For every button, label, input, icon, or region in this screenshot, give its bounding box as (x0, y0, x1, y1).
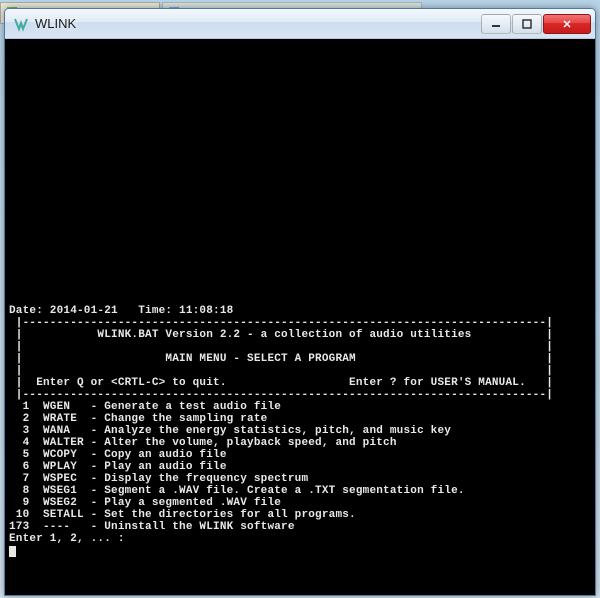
terminal-blank-line (9, 257, 591, 269)
terminal-menu-item: 6 WPLAY - Play an audio file (9, 461, 591, 473)
minimize-button[interactable] (481, 14, 511, 34)
terminal-blank-line (9, 281, 591, 293)
terminal-blank-line (9, 89, 591, 101)
terminal-menu-item: 9 WSEG2 - Play a segmented .WAV file (9, 497, 591, 509)
maximize-icon (522, 19, 532, 29)
terminal-blank-line (9, 197, 591, 209)
terminal-blank-line (9, 245, 591, 257)
app-logo-icon (13, 16, 29, 32)
terminal-area[interactable]: Date: 2014-01-21 Time: 11:08:18 |-------… (5, 39, 595, 595)
close-icon (562, 19, 572, 29)
terminal-menu-item: 5 WCOPY - Copy an audio file (9, 449, 591, 461)
terminal-blank-line (9, 113, 591, 125)
terminal-border: |---------------------------------------… (9, 389, 591, 401)
terminal-blank-line (9, 209, 591, 221)
terminal-menu-item: 4 WALTER - Alter the volume, playback sp… (9, 437, 591, 449)
terminal-blank-line (9, 137, 591, 149)
titlebar[interactable]: WLINK (5, 9, 595, 39)
terminal-version-line: | WLINK.BAT Version 2.2 - a collection o… (9, 329, 591, 341)
terminal-menu-item: 8 WSEG1 - Segment a .WAV file. Create a … (9, 485, 591, 497)
terminal-menu-item: 2 WRATE - Change the sampling rate (9, 413, 591, 425)
terminal-prompt: Enter 1, 2, ... : (9, 533, 591, 545)
terminal-blank-line (9, 125, 591, 137)
terminal-help-line: | Enter Q or <CRTL-C> to quit. Enter ? f… (9, 377, 591, 389)
terminal-blank-line (9, 101, 591, 113)
cursor (9, 546, 16, 557)
close-button[interactable] (543, 14, 591, 34)
minimize-icon (491, 19, 501, 29)
main-window: WLINK Date: 2014-01-21 Time: 11:08:18 |-… (4, 8, 596, 596)
terminal-date-line: Date: 2014-01-21 Time: 11:08:18 (9, 305, 591, 317)
terminal-blank-line (9, 77, 591, 89)
terminal-blank-line (9, 221, 591, 233)
terminal-border: | | (9, 365, 591, 377)
terminal-menu-item: 7 WSPEC - Display the frequency spectrum (9, 473, 591, 485)
terminal-menu-item: 173 ---- - Uninstall the WLINK software (9, 521, 591, 533)
window-title: WLINK (35, 16, 481, 31)
terminal-blank-line (9, 161, 591, 173)
terminal-border: |---------------------------------------… (9, 317, 591, 329)
terminal-blank-line (9, 65, 591, 77)
terminal-border: | | (9, 341, 591, 353)
terminal-blank-line (9, 185, 591, 197)
terminal-menu-item: 1 WGEN - Generate a test audio file (9, 401, 591, 413)
terminal-blank-line (9, 149, 591, 161)
terminal-blank-line (9, 293, 591, 305)
window-controls (481, 14, 591, 34)
terminal-blank-line (9, 53, 591, 65)
terminal-menu-item: 3 WANA - Analyze the energy statistics, … (9, 425, 591, 437)
terminal-cursor-line[interactable] (9, 545, 591, 557)
terminal-blank-line (9, 233, 591, 245)
terminal-blank-line (9, 173, 591, 185)
terminal-blank-line (9, 269, 591, 281)
terminal-output: Date: 2014-01-21 Time: 11:08:18 |-------… (5, 39, 595, 559)
terminal-blank-line (9, 41, 591, 53)
terminal-menu-item: 10 SETALL - Set the directories for all … (9, 509, 591, 521)
maximize-button[interactable] (512, 14, 542, 34)
terminal-menu-header: | MAIN MENU - SELECT A PROGRAM | (9, 353, 591, 365)
